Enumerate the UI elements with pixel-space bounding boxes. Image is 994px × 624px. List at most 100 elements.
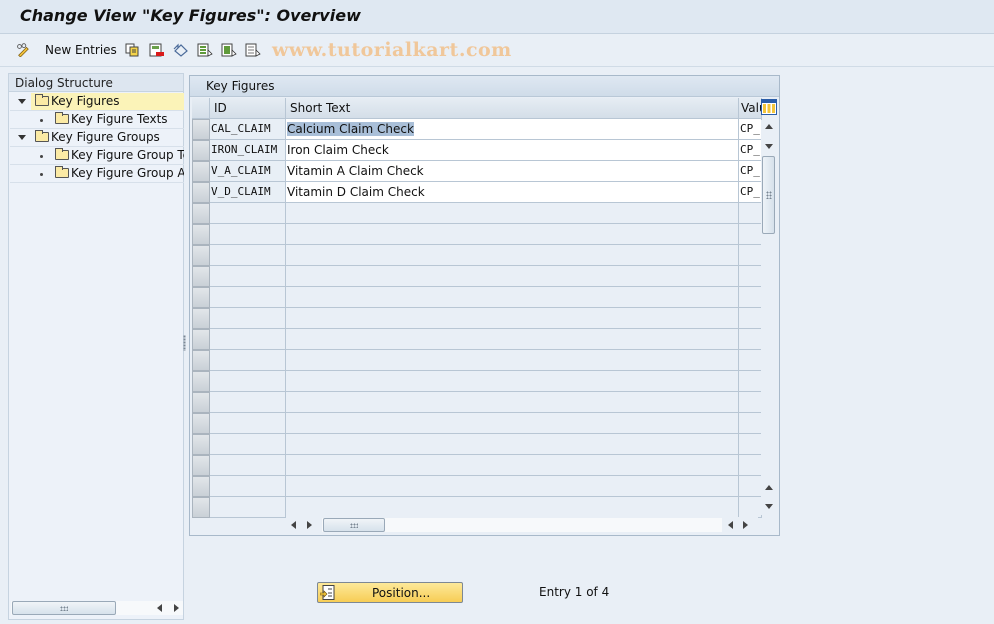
table-row[interactable] [192,455,762,476]
cell-id [210,434,286,455]
row-selector[interactable] [192,476,210,497]
row-selector[interactable] [192,413,210,434]
select-all-rows-header[interactable] [192,98,210,119]
table-horizontal-scrollbar[interactable] [286,517,758,533]
table-row[interactable] [192,203,762,224]
row-selector[interactable] [192,161,210,182]
column-configuration-button[interactable] [761,99,777,116]
table-row[interactable] [192,392,762,413]
tree-item-key-figure-texts[interactable]: Key Figure Texts [10,111,184,129]
tree-item-key-figure-group-assignment[interactable]: Key Figure Group As [10,165,184,183]
cell-value[interactable]: CP_ [739,140,762,161]
scroll-thumb[interactable] [323,518,385,532]
expand-triangle-icon[interactable] [18,135,26,140]
select-all-button[interactable] [197,41,213,59]
table-row[interactable] [192,371,762,392]
table-title: Key Figures [190,76,779,97]
cell-value[interactable]: CP_ [739,182,762,203]
copy-as-button[interactable] [125,41,139,59]
row-selector[interactable] [192,203,210,224]
cell-value[interactable]: CP_ [739,161,762,182]
row-selector[interactable] [192,182,210,203]
row-selector[interactable] [192,455,210,476]
row-selector[interactable] [192,434,210,455]
cell-id[interactable]: V_D_CLAIM [210,182,286,203]
tree-horizontal-scrollbar[interactable] [11,601,183,615]
column-header-id[interactable]: ID [210,98,286,119]
deselect-all-button[interactable] [245,41,261,59]
scroll-up-icon[interactable] [765,124,773,129]
cell-short-text[interactable]: Vitamin D Claim Check [286,182,739,203]
cell-value [739,203,762,224]
display-change-button[interactable] [16,41,30,59]
row-selector[interactable] [192,308,210,329]
row-selector[interactable] [192,371,210,392]
table-row[interactable]: IRON_CLAIM Iron Claim Check CP_ [192,140,762,161]
row-selector[interactable] [192,245,210,266]
table-vertical-scrollbar[interactable] [761,120,776,515]
entry-counter: Entry 1 of 4 [539,585,610,599]
delete-button[interactable] [149,41,165,59]
position-button[interactable]: Position... [317,582,463,603]
row-selector[interactable] [192,266,210,287]
select-block-button[interactable] [221,41,237,59]
row-selector[interactable] [192,392,210,413]
row-selector[interactable] [192,140,210,161]
tree-item-key-figure-group-texts[interactable]: Key Figure Group Te [10,147,184,165]
tree-item-key-figure-groups[interactable]: Key Figure Groups [10,129,184,147]
cell-value[interactable]: CP_ [739,119,762,140]
row-selector[interactable] [192,329,210,350]
table-row[interactable] [192,476,762,497]
scroll-left-icon[interactable] [291,521,296,529]
cell-id [210,392,286,413]
cell-short-text[interactable]: Iron Claim Check [286,140,739,161]
table-row[interactable]: CAL_CLAIM Calcium Claim Check CP_ [192,119,762,140]
scroll-down-icon[interactable] [765,144,773,149]
table-row[interactable] [192,350,762,371]
scroll-thumb[interactable] [762,156,775,234]
expand-triangle-icon[interactable] [18,99,26,104]
row-selector[interactable] [192,119,210,140]
column-header-value[interactable]: Valu [739,98,762,119]
cell-id [210,476,286,497]
table-row[interactable]: V_D_CLAIM Vitamin D Claim Check CP_ [192,182,762,203]
row-selector[interactable] [192,350,210,371]
table-row[interactable] [192,245,762,266]
table-row[interactable]: V_A_CLAIM Vitamin A Claim Check CP_ [192,161,762,182]
select-all-icon [197,43,213,57]
tree-item-key-figures[interactable]: Key Figures [10,93,184,111]
scroll-right-icon[interactable] [307,521,312,529]
row-selector[interactable] [192,497,210,518]
table-row[interactable] [192,329,762,350]
cell-short-text[interactable]: Vitamin A Claim Check [286,161,739,182]
cell-value [739,350,762,371]
cell-value [739,224,762,245]
cell-id[interactable]: V_A_CLAIM [210,161,286,182]
cell-id[interactable]: CAL_CLAIM [210,119,286,140]
table-row[interactable] [192,434,762,455]
scroll-left-icon[interactable] [728,521,733,529]
table-row[interactable] [192,266,762,287]
page-down-icon[interactable] [765,504,773,509]
page-up-icon[interactable] [765,485,773,490]
cell-short-text [286,287,739,308]
grip-icon [60,606,68,611]
table-row[interactable] [192,308,762,329]
undo-change-button[interactable] [173,41,189,59]
cell-short-text[interactable]: Calcium Claim Check [286,119,739,140]
scroll-right-icon[interactable] [743,521,748,529]
row-selector[interactable] [192,287,210,308]
scroll-left-icon[interactable] [157,604,162,612]
row-selector[interactable] [192,224,210,245]
table-row[interactable] [192,224,762,245]
table-row[interactable] [192,413,762,434]
cell-value [739,455,762,476]
new-entries-button[interactable]: New Entries [45,41,117,59]
scroll-right-icon[interactable] [174,604,179,612]
table-row[interactable] [192,497,762,518]
table-row[interactable] [192,287,762,308]
scroll-thumb[interactable] [12,601,116,615]
cell-id[interactable]: IRON_CLAIM [210,140,286,161]
panel-splitter[interactable] [183,335,186,351]
column-header-short-text[interactable]: Short Text [286,98,739,119]
